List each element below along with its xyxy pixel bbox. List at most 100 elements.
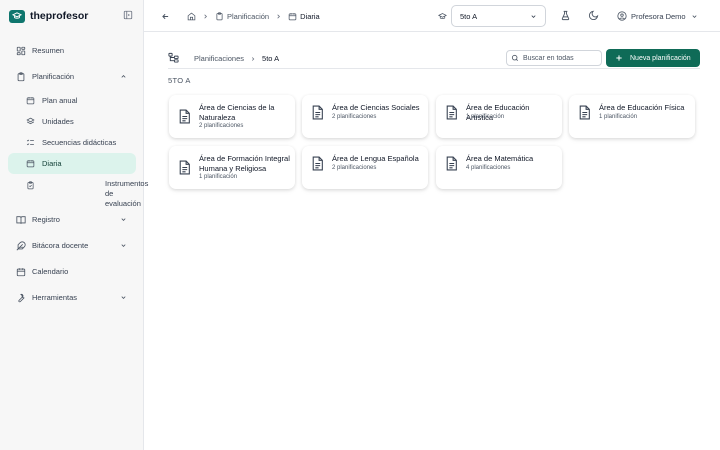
user-name: Profesora Demo — [631, 11, 686, 21]
list-checks-icon — [26, 138, 35, 147]
card-title: Área de Lengua Española — [332, 154, 419, 163]
breadcrumb-planificaciones[interactable]: Planificaciones — [194, 54, 244, 63]
subject-card[interactable]: Área de Formación Integral Humana y Reli… — [169, 146, 295, 189]
chevron-down-icon — [530, 13, 537, 20]
chevron-down-icon — [120, 216, 127, 223]
chevron-right-icon — [250, 56, 256, 62]
file-text-icon — [311, 156, 324, 171]
new-planning-button[interactable]: Nueva planificación — [606, 49, 700, 67]
chevron-right-icon — [275, 13, 282, 20]
subject-card[interactable]: Área de Ciencias Sociales 2 planificacio… — [302, 95, 428, 138]
search-input[interactable] — [523, 54, 603, 62]
sidebar-item-label: Resumen — [32, 46, 65, 55]
sidebar-subitem-diaria[interactable]: Diaria — [8, 153, 136, 174]
calendar-icon — [26, 96, 35, 105]
card-title: Área de Matemática — [466, 154, 534, 163]
graduation-cap-icon — [9, 9, 25, 23]
sidebar-item-resumen[interactable]: Resumen — [8, 40, 136, 61]
flask-icon[interactable] — [560, 10, 571, 21]
calendar-icon — [26, 159, 35, 168]
file-text-icon — [178, 160, 191, 175]
moon-icon[interactable] — [588, 10, 599, 21]
subject-card[interactable]: Área de Lengua Española 2 planificacione… — [302, 146, 428, 189]
breadcrumb: Planificación Diaria — [161, 10, 320, 22]
sidebar-item-label: Planificación — [32, 72, 75, 81]
sidebar-item-herramientas[interactable]: Herramientas — [8, 287, 136, 308]
card-count: 4 planificaciones — [466, 165, 511, 171]
back-arrow-icon[interactable] — [161, 12, 170, 21]
sidebar-subitem-label: Secuencias didácticas — [42, 138, 117, 147]
plus-icon — [615, 54, 623, 62]
card-count: 1 planificación — [599, 114, 638, 120]
file-text-icon — [445, 105, 458, 120]
subject-card[interactable]: Área de Ciencias de la Naturaleza 2 plan… — [169, 95, 295, 138]
subject-card[interactable]: Área de Matemática 4 planificaciones — [436, 146, 562, 189]
card-count: 1 planificación — [199, 174, 238, 180]
grade-select-value: 5to A — [460, 11, 478, 21]
card-count: 2 planificaciones — [332, 114, 377, 120]
file-text-icon — [445, 156, 458, 171]
sidebar-item-label: Bitácora docente — [32, 241, 89, 250]
home-icon[interactable] — [187, 12, 196, 21]
sidebar-subitem-instrumentos[interactable]: Instrumentos de evaluación — [8, 174, 148, 208]
search-icon — [511, 54, 519, 62]
card-title: Área de Ciencias de la Naturaleza — [199, 103, 275, 122]
feather-icon — [16, 240, 26, 251]
card-title: Área de Formación Integral Humana y Reli… — [199, 154, 290, 173]
sidebar-subitem-plan-anual[interactable]: Plan anual — [8, 90, 136, 111]
content-header: Planificaciones 5to A Nueva planificació… — [168, 48, 700, 68]
sidebar-item-calendario[interactable]: Calendario — [8, 261, 136, 282]
grade-select[interactable]: 5to A — [451, 5, 546, 27]
layers-icon — [26, 117, 35, 126]
sidebar-item-bitacora[interactable]: Bitácora docente — [8, 235, 136, 256]
wrench-icon — [16, 293, 26, 303]
chevron-right-icon — [202, 13, 209, 20]
sidebar: theprofesor Resumen Planificación Plan a… — [0, 0, 148, 450]
graduation-cap-icon — [438, 12, 447, 21]
sidebar-subitem-unidades[interactable]: Unidades — [8, 111, 136, 132]
subject-card[interactable]: Área de Educación Física 1 planificación — [569, 95, 695, 138]
topbar: Planificación Diaria 5to A Profesora Dem… — [144, 0, 720, 32]
dashboard-icon — [16, 46, 26, 56]
file-text-icon — [311, 105, 324, 120]
new-planning-label: Nueva planificación — [630, 54, 691, 62]
book-open-icon — [16, 215, 26, 225]
card-title: Área de Educación Artística — [466, 103, 530, 122]
sidebar-item-label: Registro — [32, 215, 60, 224]
file-text-icon — [178, 109, 191, 124]
file-text-icon — [578, 105, 591, 120]
breadcrumb-diaria: Diaria — [300, 11, 320, 21]
breadcrumb-planificacion[interactable]: Planificación — [227, 12, 269, 21]
brand[interactable]: theprofesor — [9, 9, 88, 23]
sidebar-subitem-label: Instrumentos de evaluación — [105, 179, 149, 208]
sidebar-subitem-secuencias[interactable]: Secuencias didácticas — [8, 132, 136, 153]
sidebar-subitem-label: Unidades — [42, 117, 74, 126]
chevron-down-icon — [691, 13, 698, 20]
card-title: Área de Ciencias Sociales — [332, 103, 420, 112]
sidebar-collapse-icon[interactable] — [123, 10, 133, 20]
user-circle-icon — [617, 11, 627, 21]
sidebar-subitem-label: Plan anual — [42, 96, 78, 105]
sidebar-item-planificacion[interactable]: Planificación — [8, 66, 136, 87]
calendar-icon — [16, 267, 26, 277]
folder-tree-icon[interactable] — [168, 52, 179, 63]
sidebar-item-registro[interactable]: Registro — [8, 209, 136, 230]
breadcrumb-grade: 5to A — [262, 54, 280, 63]
chevron-up-icon — [120, 73, 127, 80]
section-label: 5TO A — [168, 76, 191, 85]
separator — [174, 13, 181, 20]
divider — [168, 68, 700, 69]
card-count: 1 planificación — [466, 114, 505, 120]
sidebar-item-label: Calendario — [32, 267, 69, 276]
search-box[interactable] — [506, 50, 603, 66]
subject-card[interactable]: Área de Educación Artística 1 planificac… — [436, 95, 562, 138]
user-menu[interactable]: Profesora Demo — [617, 10, 698, 22]
chevron-down-icon — [120, 242, 127, 249]
clipboard-check-icon — [26, 181, 98, 190]
card-count: 2 planificaciones — [199, 123, 244, 129]
sidebar-subitem-label: Diaria — [42, 159, 62, 168]
app-name: theprofesor — [30, 10, 89, 22]
card-title: Área de Educación Física — [599, 103, 685, 112]
clipboard-icon — [16, 71, 26, 82]
sidebar-nav: Resumen Planificación Plan anual Unidade… — [8, 40, 148, 308]
